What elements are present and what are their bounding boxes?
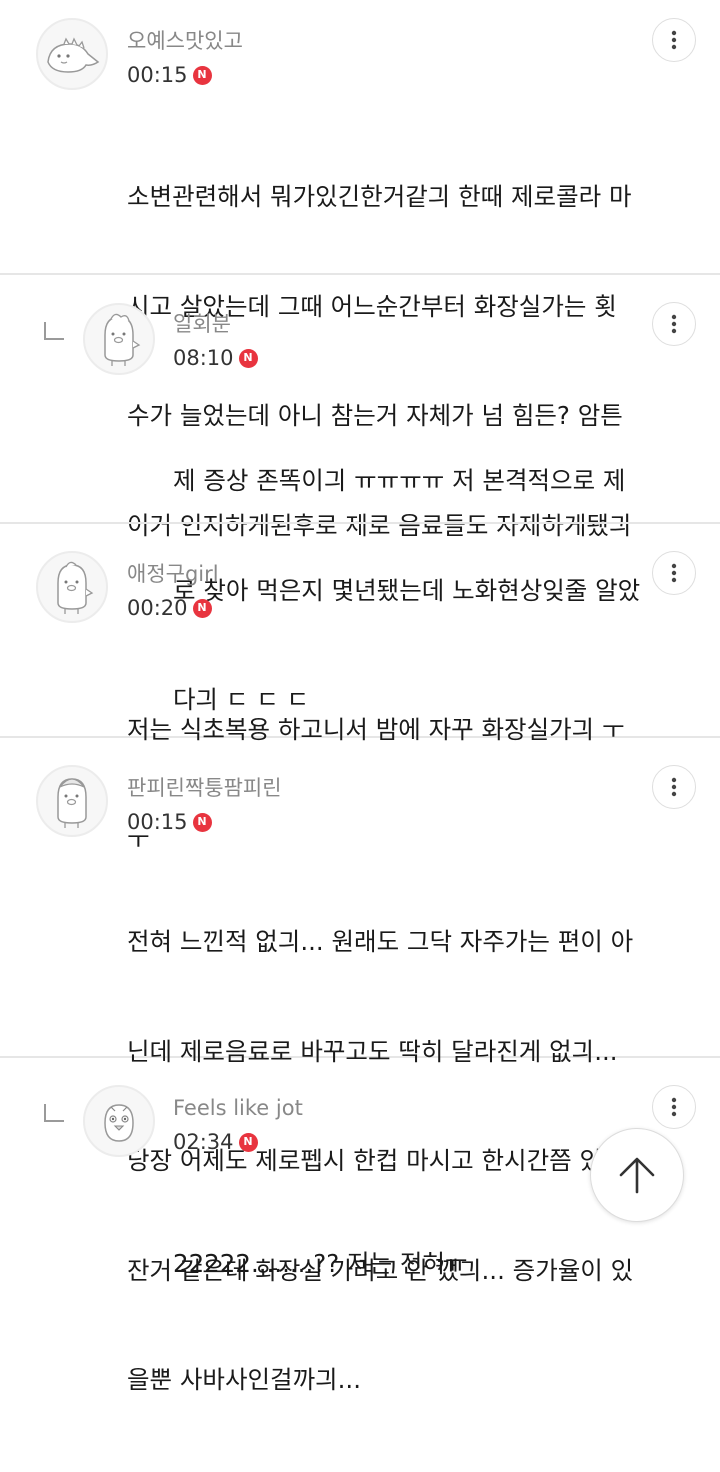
new-badge-icon: N: [238, 348, 258, 368]
dinosaur-avatar-icon: [47, 37, 100, 73]
author-name[interactable]: 판피린짝퉁팜피린: [127, 774, 282, 802]
timestamp: 02:34 N: [173, 1128, 258, 1156]
scroll-to-top-button[interactable]: [590, 1128, 684, 1222]
author-name[interactable]: 일회분: [173, 310, 231, 338]
reply-corner-icon: [44, 322, 64, 340]
comment-line: 전혀 느낀적 없긔... 원래도 그닥 자주가는 편이 아: [127, 927, 634, 956]
more-vertical-icon: [671, 30, 677, 50]
author-name[interactable]: 오예스맛있고: [127, 27, 243, 55]
comment-text: 22222........?? 저는 전혀ㅠ: [173, 1173, 468, 1356]
timestamp: 00:15 N: [127, 808, 212, 836]
bird-avatar-icon: [104, 1104, 134, 1142]
new-badge-icon: N: [192, 65, 212, 85]
timestamp: 08:10 N: [173, 344, 258, 372]
comment-line: 제 증상 존똑이긔 ㅠㅠㅠㅠ 저 본격적으로 제: [173, 466, 626, 495]
time-text: 00:15: [127, 810, 188, 834]
chick-avatar-icon: [57, 561, 94, 614]
comment-line: 을뿐 사바사인걸까긔...: [127, 1365, 362, 1394]
comment-line: 22222........?? 저는 전혀ㅠ: [173, 1249, 468, 1278]
more-vertical-icon: [671, 777, 677, 797]
author-name[interactable]: 애정구girl: [127, 560, 219, 588]
more-vertical-icon: [671, 563, 677, 583]
avatar[interactable]: [83, 1085, 155, 1157]
avatar[interactable]: [36, 18, 108, 90]
more-options-button[interactable]: [652, 18, 696, 62]
comment-item: 판피린짝퉁팜피린 00:15 N 전혀 느낀적 없긔... 원래도 그닥 자주가…: [0, 738, 720, 1394]
chick-avatar-icon: [104, 313, 141, 366]
time-text: 00:20: [127, 596, 188, 620]
timestamp: 00:20 N: [127, 594, 212, 622]
new-badge-icon: N: [192, 598, 212, 618]
more-options-button[interactable]: [652, 765, 696, 809]
more-options-button[interactable]: [652, 302, 696, 346]
comment-line: 소변관련해서 뭐가있긴한거같긔 한때 제로콜라 마: [127, 182, 632, 211]
avatar[interactable]: [36, 551, 108, 623]
comment-item: 애정구girl 00:20 N 저는 식초복용 하고니서 밤에 자꾸 화장실가긔…: [0, 524, 720, 854]
more-vertical-icon: [671, 1097, 677, 1117]
comment-item: 오예스맛있고 00:15 N 소변관련해서 뭐가있긴한거같긔 한때 제로콜라 마…: [0, 0, 720, 540]
reply-corner-icon: [44, 1104, 64, 1122]
new-badge-icon: N: [192, 812, 212, 832]
chick-avatar-icon: [57, 778, 87, 828]
new-badge-icon: N: [238, 1132, 258, 1152]
time-text: 08:10: [173, 346, 234, 370]
more-vertical-icon: [671, 314, 677, 334]
time-text: 00:15: [127, 63, 188, 87]
more-options-button[interactable]: [652, 1085, 696, 1129]
avatar[interactable]: [83, 303, 155, 375]
author-name[interactable]: Feels like jot: [173, 1094, 303, 1122]
reply-item: 일회분 08:10 N 제 증상 존똑이긔 ㅠㅠㅠㅠ 저 본격적으로 제 로 찾…: [0, 275, 720, 714]
time-text: 02:34: [173, 1130, 234, 1154]
timestamp: 00:15 N: [127, 61, 212, 89]
arrow-up-icon: [619, 1157, 655, 1194]
more-options-button[interactable]: [652, 551, 696, 595]
avatar[interactable]: [36, 765, 108, 837]
